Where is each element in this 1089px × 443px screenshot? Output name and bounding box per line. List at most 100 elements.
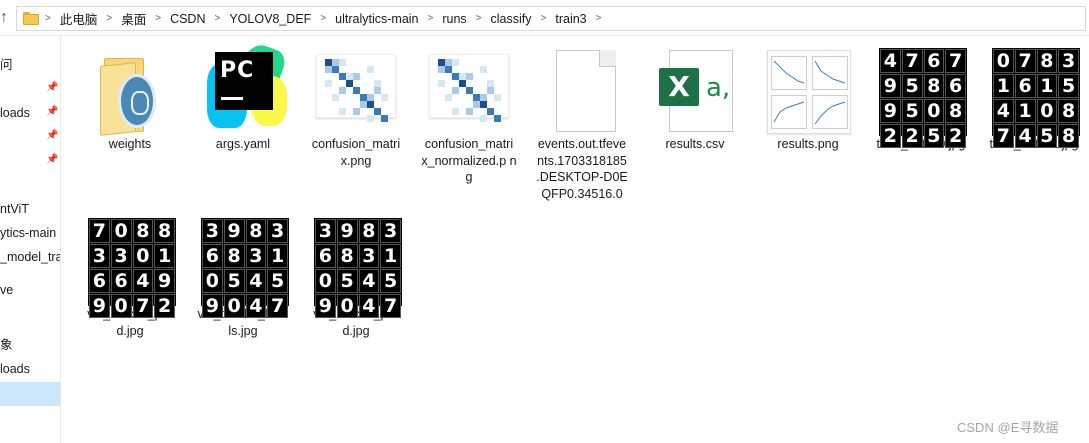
digit-cell: 4 bbox=[880, 49, 901, 73]
crumb-this-pc[interactable]: 此电脑 bbox=[60, 9, 98, 28]
digit-cell: 8 bbox=[154, 219, 175, 243]
matrix-cell bbox=[360, 94, 367, 101]
digit-cell: 9 bbox=[315, 294, 336, 318]
file-confusion-matrix[interactable]: confusion_matri x.png bbox=[304, 40, 408, 169]
crumb-yolov8-def[interactable]: YOLOV8_DEF bbox=[229, 12, 311, 26]
file-train-batch0[interactable]: 4767958695082252 train_batch0.jpg bbox=[869, 40, 973, 153]
chevron-right-icon[interactable]: > bbox=[155, 13, 161, 24]
matrix-cell bbox=[367, 101, 374, 108]
nav-item-downloads[interactable]: loads bbox=[0, 360, 30, 378]
matrix-cell bbox=[473, 101, 480, 108]
file-events-tfevents[interactable]: events.out.tfeve nts.1703318185 .DESKTOP… bbox=[530, 40, 634, 202]
file-val-batch2-pred[interactable]: 3983683105459047 val_batch2_pre d.jpg bbox=[304, 210, 408, 339]
digit-cell: 8 bbox=[336, 244, 358, 268]
file-weights[interactable]: weights bbox=[78, 40, 182, 153]
digit-cell: 8 bbox=[1058, 124, 1079, 148]
crumb-desktop[interactable]: 桌面 bbox=[121, 9, 146, 28]
crumb-runs[interactable]: runs bbox=[442, 12, 466, 26]
digit-cell: 3 bbox=[110, 244, 132, 268]
up-arrow-icon[interactable]: ↑ bbox=[0, 9, 14, 27]
nav-item[interactable]: ve bbox=[0, 281, 13, 299]
chevron-right-icon[interactable]: > bbox=[106, 13, 112, 24]
matrix-cell bbox=[459, 80, 466, 87]
file-train-batch1[interactable]: 0783161541087458 train_batch1.jpg bbox=[982, 40, 1086, 153]
address-box[interactable]: > 此电脑 > 桌面 > CSDN > YOLOV8_DEF > ultraly… bbox=[16, 6, 1086, 31]
matrix-cell bbox=[480, 101, 487, 108]
matrix-cell bbox=[325, 80, 332, 87]
image-thumbnail: 0783161541087458 bbox=[982, 40, 1086, 148]
digit-cell: 6 bbox=[89, 269, 110, 293]
matrix-cell bbox=[445, 94, 452, 101]
matrix-cell bbox=[346, 73, 353, 80]
nav-item[interactable]: ytics-main bbox=[0, 224, 56, 242]
chevron-right-icon[interactable]: > bbox=[320, 13, 326, 24]
crumb-ultralytics-main[interactable]: ultralytics-main bbox=[335, 12, 418, 26]
digit-cell: 6 bbox=[923, 49, 945, 73]
digit-cell: 4 bbox=[358, 294, 380, 318]
confusion-matrix-thumbnail bbox=[417, 40, 521, 136]
matrix-cell bbox=[480, 115, 487, 122]
folder-icon bbox=[78, 40, 182, 136]
chevron-right-icon[interactable]: > bbox=[428, 13, 434, 24]
blank-file-icon bbox=[530, 40, 634, 136]
digit-cell: 8 bbox=[245, 219, 267, 243]
digit-cell: 1 bbox=[380, 244, 401, 268]
digit-cell: 9 bbox=[89, 294, 110, 318]
digit-cell: 0 bbox=[223, 294, 245, 318]
digit-cell: 3 bbox=[89, 244, 110, 268]
nav-item[interactable]: 象 bbox=[0, 336, 13, 354]
matrix-cell bbox=[339, 59, 346, 66]
chevron-right-icon[interactable]: > bbox=[476, 13, 482, 24]
digit-cell: 4 bbox=[993, 99, 1014, 123]
digit-cell: 4 bbox=[245, 269, 267, 293]
matrix-cell bbox=[466, 87, 473, 94]
crumb-csdn[interactable]: CSDN bbox=[170, 12, 205, 26]
file-args-yaml[interactable]: PC args.yaml bbox=[191, 40, 295, 153]
matrix-cell bbox=[360, 101, 367, 108]
matrix-cell bbox=[381, 115, 388, 122]
file-val-batch1-pred[interactable]: 7088330166499072 val_batch1_pre d.jpg bbox=[78, 210, 182, 339]
matrix-cell bbox=[487, 87, 494, 94]
matrix-cell bbox=[487, 108, 494, 115]
matrix-cell bbox=[438, 59, 445, 66]
image-thumbnail: 4767958695082252 bbox=[869, 40, 973, 148]
matrix-cell bbox=[445, 66, 452, 73]
digit-cell: 6 bbox=[1014, 74, 1036, 98]
crumb-train3[interactable]: train3 bbox=[555, 12, 586, 26]
digit-cell: 5 bbox=[923, 124, 945, 148]
matrix-cell bbox=[353, 87, 360, 94]
nav-item-selected[interactable] bbox=[0, 382, 60, 406]
digit-cell: 7 bbox=[267, 294, 288, 318]
nav-item[interactable]: _model_tra bbox=[0, 248, 60, 266]
nav-item-downloads[interactable]: loads bbox=[0, 104, 30, 122]
digit-cell: 1 bbox=[267, 244, 288, 268]
matrix-cell bbox=[367, 66, 374, 73]
crumb-classify[interactable]: classify bbox=[491, 12, 532, 26]
digit-cell: 3 bbox=[315, 219, 336, 243]
nav-item[interactable]: 问 bbox=[0, 56, 13, 74]
file-val-batch2-labels[interactable]: 3983683105459047 val_batch2_labe ls.jpg bbox=[191, 210, 295, 339]
digit-cell: 8 bbox=[1036, 49, 1058, 73]
matrix-cell bbox=[452, 87, 459, 94]
file-results-csv[interactable]: a, X results.csv bbox=[643, 40, 747, 153]
chevron-right-icon[interactable]: > bbox=[45, 13, 51, 24]
matrix-cell bbox=[325, 66, 332, 73]
digit-cell: 5 bbox=[1036, 124, 1058, 148]
matrix-cell bbox=[374, 87, 381, 94]
chevron-right-icon[interactable]: > bbox=[541, 13, 547, 24]
matrix-cell bbox=[346, 80, 353, 87]
file-confusion-matrix-normalized[interactable]: confusion_matri x_normalized.p ng bbox=[417, 40, 521, 186]
digit-cell: 8 bbox=[358, 219, 380, 243]
matrix-cell bbox=[381, 94, 388, 101]
chevron-right-icon[interactable]: > bbox=[596, 13, 602, 24]
matrix-cell bbox=[452, 73, 459, 80]
chevron-right-icon[interactable]: > bbox=[214, 13, 220, 24]
image-thumbnail: 3983683105459047 bbox=[304, 210, 408, 318]
nav-item[interactable]: ntViT bbox=[0, 200, 29, 218]
matrix-cell bbox=[339, 108, 346, 115]
file-results-png[interactable]: results.png bbox=[756, 40, 860, 153]
matrix-cell bbox=[459, 73, 466, 80]
digit-cell: 2 bbox=[880, 124, 901, 148]
matrix-cell bbox=[353, 108, 360, 115]
digit-cell: 5 bbox=[901, 99, 923, 123]
